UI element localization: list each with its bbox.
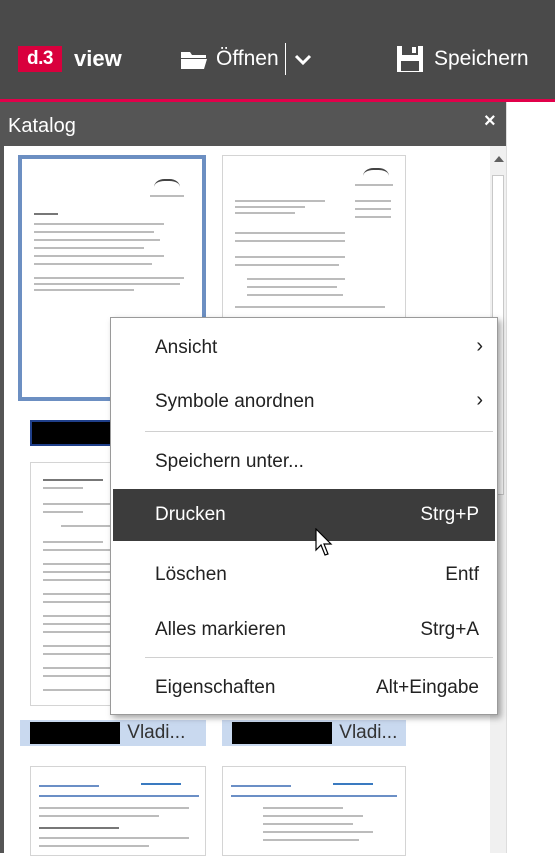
scroll-up-arrow-icon[interactable] [490, 148, 506, 170]
app-toolbar: d.3 view Öffnen Speichern [0, 0, 555, 102]
redacted-text [30, 721, 120, 744]
chevron-down-icon[interactable] [292, 50, 314, 68]
catalog-item-caption[interactable]: Vladi... [20, 720, 206, 746]
shortcut-label: Strg+P [420, 504, 479, 525]
shortcut-label: Alt+Eingabe [376, 677, 479, 698]
menu-item-symbole-anordnen[interactable]: Symbole anordnen › [113, 376, 495, 428]
mouse-pointer-icon [315, 528, 333, 556]
shortcut-label: Entf [445, 564, 479, 585]
catalog-header: Katalog × [0, 102, 506, 146]
floppy-disk-icon [397, 46, 423, 72]
menu-separator [145, 431, 493, 432]
open-label: Öffnen [216, 47, 279, 70]
menu-item-ansicht[interactable]: Ansicht › [113, 322, 495, 374]
catalog-item-thumbnail[interactable] [222, 766, 406, 856]
redacted-text [232, 721, 332, 744]
shortcut-label: Strg+A [420, 619, 479, 640]
app-name: view [74, 46, 122, 71]
menu-item-drucken[interactable]: Drucken Strg+P [113, 489, 495, 541]
toolbar-divider [284, 43, 286, 75]
chevron-right-icon: › [476, 389, 483, 411]
folder-open-icon [181, 52, 207, 69]
save-label: Speichern [434, 47, 529, 70]
menu-item-speichern-unter[interactable]: Speichern unter... [113, 436, 495, 488]
menu-item-loeschen[interactable]: Löschen Entf [113, 549, 495, 601]
catalog-item-thumbnail[interactable] [30, 766, 206, 856]
catalog-title: Katalog [8, 115, 76, 137]
save-button[interactable]: Speichern [396, 42, 529, 76]
open-button[interactable]: Öffnen [180, 42, 314, 76]
catalog-item-caption[interactable] [30, 420, 116, 446]
menu-item-eigenschaften[interactable]: Eigenschaften Alt+Eingabe [113, 662, 495, 714]
catalog-item-caption[interactable]: Vladi... [222, 720, 406, 746]
chevron-right-icon: › [476, 335, 483, 357]
close-icon[interactable]: × [484, 110, 496, 133]
document-area [506, 102, 555, 853]
menu-separator [145, 657, 493, 658]
context-menu: Ansicht › Symbole anordnen › Speichern u… [110, 317, 498, 715]
menu-item-alles-markieren[interactable]: Alles markieren Strg+A [113, 604, 495, 656]
d3-logo-badge: d.3 [18, 46, 62, 72]
